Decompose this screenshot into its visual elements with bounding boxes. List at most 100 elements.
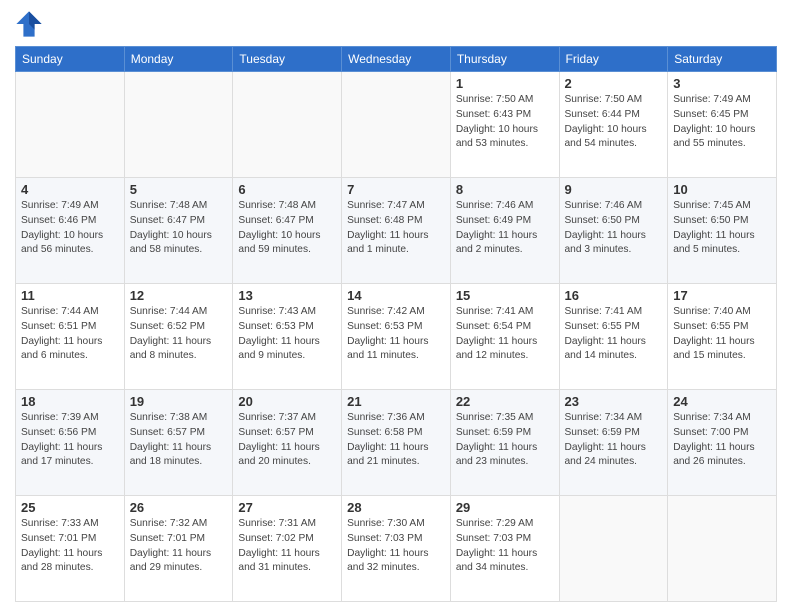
day-info: Sunrise: 7:48 AMSunset: 6:47 PMDaylight:… xyxy=(130,199,228,258)
calendar-header: SundayMondayTuesdayWednesdayThursdayFrid… xyxy=(16,47,777,72)
calendar-cell: 9Sunrise: 7:46 AMSunset: 6:50 PMDaylight… xyxy=(559,178,668,284)
calendar-cell: 20 Sunrise: 7:37 AMSunset: 6:57 PMDayligh… xyxy=(233,390,342,496)
weekday-header: Sunday xyxy=(16,47,125,72)
logo xyxy=(15,10,47,38)
day-number: 3 xyxy=(673,76,771,91)
day-info: Sunrise: 7:49 AMSunset: 6:46 PMDaylight:… xyxy=(21,199,119,258)
calendar-cell: 13Sunrise: 7:43 AMSunset: 6:53 PMDayligh… xyxy=(233,284,342,390)
day-info: Sunrise: 7:34 AMSunset: 6:59 PMDaylight:… xyxy=(565,411,663,470)
day-number: 6 xyxy=(238,182,336,197)
calendar-cell: 19 Sunrise: 7:38 AMSunset: 6:57 PMDayligh… xyxy=(124,390,233,496)
day-number: 16 xyxy=(565,288,663,303)
day-number: 28 xyxy=(347,500,445,515)
calendar-cell: 29 Sunrise: 7:29 AMSunset: 7:03 PMDayligh… xyxy=(450,496,559,602)
day-info: Sunrise: 7:39 AMSunset: 6:56 PMDaylight:… xyxy=(21,411,119,470)
day-number: 12 xyxy=(130,288,228,303)
calendar-cell: 25Sunrise: 7:33 AMSunset: 7:01 PMDayligh… xyxy=(16,496,125,602)
header xyxy=(15,10,777,38)
calendar-week-row: 1 Sunrise: 7:50 AMSunset: 6:43 PMDaylight… xyxy=(16,72,777,178)
day-number: 23 xyxy=(565,394,663,409)
calendar-cell: 5 Sunrise: 7:48 AMSunset: 6:47 PMDaylight… xyxy=(124,178,233,284)
day-number: 1 xyxy=(456,76,554,91)
calendar-cell: 7 Sunrise: 7:47 AMSunset: 6:48 PMDaylight… xyxy=(342,178,451,284)
calendar-week-row: 4 Sunrise: 7:49 AMSunset: 6:46 PMDaylight… xyxy=(16,178,777,284)
day-number: 19 xyxy=(130,394,228,409)
calendar-cell xyxy=(668,496,777,602)
day-number: 26 xyxy=(130,500,228,515)
day-info: Sunrise: 7:35 AMSunset: 6:59 PMDaylight:… xyxy=(456,411,554,470)
day-number: 15 xyxy=(456,288,554,303)
day-info: Sunrise: 7:45 AMSunset: 6:50 PMDaylight:… xyxy=(673,199,771,258)
day-number: 17 xyxy=(673,288,771,303)
calendar-cell xyxy=(342,72,451,178)
day-info: Sunrise: 7:29 AMSunset: 7:03 PMDaylight:… xyxy=(456,517,554,576)
day-number: 20 xyxy=(238,394,336,409)
day-info: Sunrise: 7:41 AMSunset: 6:55 PMDaylight:… xyxy=(565,305,663,364)
day-number: 29 xyxy=(456,500,554,515)
calendar-cell: 11 Sunrise: 7:44 AMSunset: 6:51 PMDayligh… xyxy=(16,284,125,390)
day-number: 14 xyxy=(347,288,445,303)
day-number: 2 xyxy=(565,76,663,91)
day-info: Sunrise: 7:37 AMSunset: 6:57 PMDaylight:… xyxy=(238,411,336,470)
day-info: Sunrise: 7:48 AMSunset: 6:47 PMDaylight:… xyxy=(238,199,336,258)
day-number: 10 xyxy=(673,182,771,197)
calendar-cell: 16 Sunrise: 7:41 AMSunset: 6:55 PMDayligh… xyxy=(559,284,668,390)
calendar-cell: 12 Sunrise: 7:44 AMSunset: 6:52 PMDayligh… xyxy=(124,284,233,390)
day-number: 4 xyxy=(21,182,119,197)
calendar-week-row: 25Sunrise: 7:33 AMSunset: 7:01 PMDayligh… xyxy=(16,496,777,602)
calendar-week-row: 11 Sunrise: 7:44 AMSunset: 6:51 PMDayligh… xyxy=(16,284,777,390)
weekday-header: Wednesday xyxy=(342,47,451,72)
day-number: 5 xyxy=(130,182,228,197)
calendar-cell: 1 Sunrise: 7:50 AMSunset: 6:43 PMDaylight… xyxy=(450,72,559,178)
calendar-cell: 26 Sunrise: 7:32 AMSunset: 7:01 PMDayligh… xyxy=(124,496,233,602)
calendar-cell xyxy=(559,496,668,602)
day-info: Sunrise: 7:38 AMSunset: 6:57 PMDaylight:… xyxy=(130,411,228,470)
day-info: Sunrise: 7:41 AMSunset: 6:54 PMDaylight:… xyxy=(456,305,554,364)
calendar-cell: 18 Sunrise: 7:39 AMSunset: 6:56 PMDayligh… xyxy=(16,390,125,496)
day-info: Sunrise: 7:36 AMSunset: 6:58 PMDaylight:… xyxy=(347,411,445,470)
calendar-cell: 10 Sunrise: 7:45 AMSunset: 6:50 PMDayligh… xyxy=(668,178,777,284)
calendar-cell xyxy=(233,72,342,178)
calendar-cell: 24 Sunrise: 7:34 AMSunset: 7:00 PMDayligh… xyxy=(668,390,777,496)
day-info: Sunrise: 7:42 AMSunset: 6:53 PMDaylight:… xyxy=(347,305,445,364)
calendar-cell: 17Sunrise: 7:40 AMSunset: 6:55 PMDayligh… xyxy=(668,284,777,390)
calendar-cell: 21 Sunrise: 7:36 AMSunset: 6:58 PMDayligh… xyxy=(342,390,451,496)
day-number: 18 xyxy=(21,394,119,409)
calendar-cell: 3Sunrise: 7:49 AMSunset: 6:45 PMDaylight… xyxy=(668,72,777,178)
day-info: Sunrise: 7:34 AMSunset: 7:00 PMDaylight:… xyxy=(673,411,771,470)
day-info: Sunrise: 7:44 AMSunset: 6:51 PMDaylight:… xyxy=(21,305,119,364)
calendar-cell: 8Sunrise: 7:46 AMSunset: 6:49 PMDaylight… xyxy=(450,178,559,284)
calendar-body: 1 Sunrise: 7:50 AMSunset: 6:43 PMDaylight… xyxy=(16,72,777,602)
day-info: Sunrise: 7:30 AMSunset: 7:03 PMDaylight:… xyxy=(347,517,445,576)
calendar-cell: 23 Sunrise: 7:34 AMSunset: 6:59 PMDayligh… xyxy=(559,390,668,496)
weekday-header: Tuesday xyxy=(233,47,342,72)
day-info: Sunrise: 7:46 AMSunset: 6:50 PMDaylight:… xyxy=(565,199,663,258)
day-number: 11 xyxy=(21,288,119,303)
day-info: Sunrise: 7:47 AMSunset: 6:48 PMDaylight:… xyxy=(347,199,445,258)
day-number: 21 xyxy=(347,394,445,409)
day-number: 22 xyxy=(456,394,554,409)
calendar-cell: 22 Sunrise: 7:35 AMSunset: 6:59 PMDayligh… xyxy=(450,390,559,496)
logo-icon xyxy=(15,10,43,38)
day-number: 25 xyxy=(21,500,119,515)
page: SundayMondayTuesdayWednesdayThursdayFrid… xyxy=(0,0,792,612)
weekday-header: Saturday xyxy=(668,47,777,72)
calendar-cell: 28 Sunrise: 7:30 AMSunset: 7:03 PMDayligh… xyxy=(342,496,451,602)
day-number: 8 xyxy=(456,182,554,197)
calendar-cell: 27 Sunrise: 7:31 AMSunset: 7:02 PMDayligh… xyxy=(233,496,342,602)
calendar-week-row: 18 Sunrise: 7:39 AMSunset: 6:56 PMDayligh… xyxy=(16,390,777,496)
calendar-table: SundayMondayTuesdayWednesdayThursdayFrid… xyxy=(15,46,777,602)
weekday-header: Friday xyxy=(559,47,668,72)
day-number: 7 xyxy=(347,182,445,197)
calendar-cell: 6 Sunrise: 7:48 AMSunset: 6:47 PMDaylight… xyxy=(233,178,342,284)
day-info: Sunrise: 7:50 AMSunset: 6:44 PMDaylight:… xyxy=(565,93,663,152)
day-info: Sunrise: 7:50 AMSunset: 6:43 PMDaylight:… xyxy=(456,93,554,152)
day-info: Sunrise: 7:43 AMSunset: 6:53 PMDaylight:… xyxy=(238,305,336,364)
day-number: 27 xyxy=(238,500,336,515)
day-info: Sunrise: 7:32 AMSunset: 7:01 PMDaylight:… xyxy=(130,517,228,576)
day-info: Sunrise: 7:44 AMSunset: 6:52 PMDaylight:… xyxy=(130,305,228,364)
calendar-cell: 2 Sunrise: 7:50 AMSunset: 6:44 PMDaylight… xyxy=(559,72,668,178)
calendar-cell: 14 Sunrise: 7:42 AMSunset: 6:53 PMDayligh… xyxy=(342,284,451,390)
day-info: Sunrise: 7:31 AMSunset: 7:02 PMDaylight:… xyxy=(238,517,336,576)
day-number: 24 xyxy=(673,394,771,409)
